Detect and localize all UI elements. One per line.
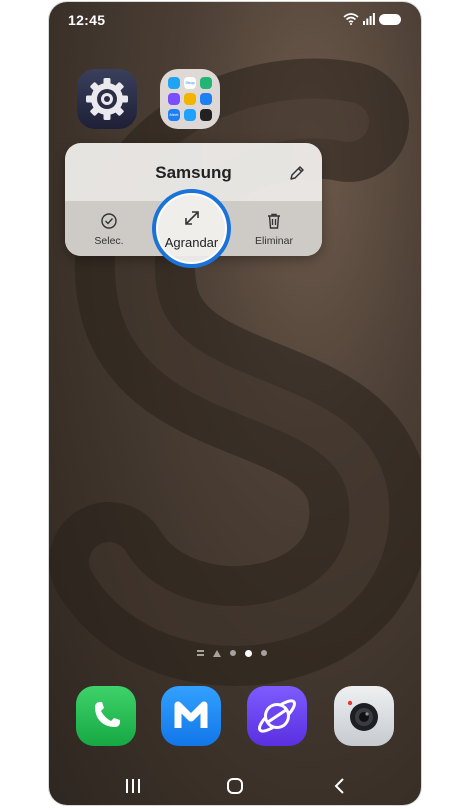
- folder-mini-app-icon: Shop: [184, 77, 196, 89]
- delete-action-label: Eliminar: [255, 235, 293, 247]
- folder-mini-app-icon: [184, 109, 196, 121]
- camera-app-icon[interactable]: [334, 686, 394, 746]
- check-circle-icon: [101, 213, 117, 229]
- phone-handset-icon: [95, 702, 120, 727]
- trash-icon: [268, 213, 280, 229]
- internet-app-icon[interactable]: [247, 686, 307, 746]
- folder-preview-grid: Shop Meet: [168, 77, 212, 121]
- enlarge-action-label: Agrandar: [164, 235, 219, 250]
- folder-mini-app-icon: [168, 77, 180, 89]
- home-button-icon[interactable]: [221, 773, 249, 799]
- navigation-bar: [49, 767, 421, 805]
- folder-app-icon[interactable]: Shop Meet: [160, 69, 220, 129]
- status-time: 12:45: [68, 12, 106, 28]
- folder-mini-app-icon: Meet: [168, 109, 180, 121]
- page-list-icon: [197, 650, 204, 656]
- home-page-icon: [213, 649, 221, 657]
- folder-mini-app-icon: [184, 93, 196, 105]
- delete-action-button[interactable]: Eliminar: [234, 209, 314, 253]
- phone-screen: 12:45 Shop Meet Samsung Selec. Eliminar …: [49, 2, 421, 805]
- signal-icon: [363, 13, 375, 25]
- battery-icon: [379, 13, 401, 25]
- folder-mini-app-icon: [168, 93, 180, 105]
- messages-m-icon: [174, 701, 208, 728]
- page-dot: [230, 650, 236, 656]
- gear-icon: [86, 78, 128, 120]
- status-bar: 12:45: [49, 2, 421, 38]
- status-icons: [343, 13, 401, 25]
- back-button-icon[interactable]: [326, 773, 354, 799]
- select-action-label: Selec.: [94, 235, 124, 247]
- expand-icon: [185, 211, 199, 225]
- camera-icon: [347, 700, 378, 731]
- phone-app-icon[interactable]: [76, 686, 136, 746]
- page-indicator[interactable]: [197, 648, 267, 658]
- planet-icon: [258, 699, 296, 733]
- select-action-button[interactable]: Selec.: [69, 209, 149, 253]
- messages-app-icon[interactable]: [161, 686, 221, 746]
- folder-mini-app-icon: [200, 93, 212, 105]
- recents-button-icon[interactable]: [119, 773, 147, 799]
- wifi-icon: [343, 13, 359, 25]
- page-dot-active: [245, 649, 252, 657]
- page-dot: [261, 650, 267, 656]
- pencil-icon[interactable]: [286, 162, 308, 184]
- enlarge-action-button[interactable]: Agrandar: [152, 189, 231, 268]
- settings-app-icon[interactable]: [77, 69, 137, 129]
- folder-name-title: Samsung: [155, 163, 232, 182]
- folder-mini-app-icon: [200, 109, 212, 121]
- folder-mini-app-icon: [200, 77, 212, 89]
